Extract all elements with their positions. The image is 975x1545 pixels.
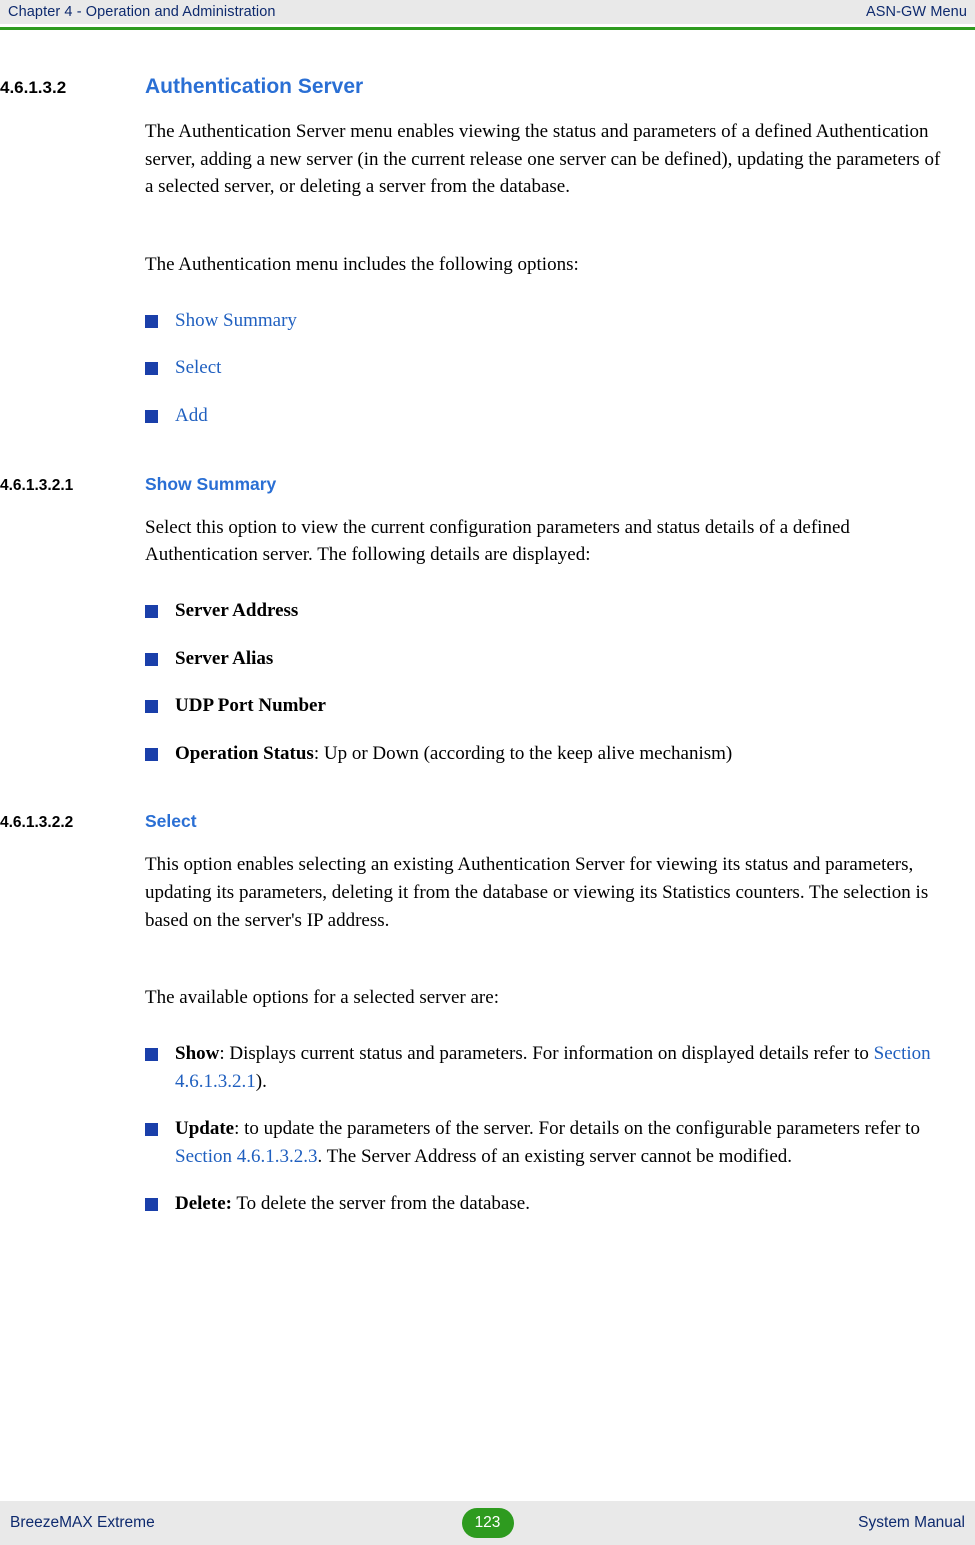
list-item: Server Address	[145, 597, 947, 625]
option-label: Show	[175, 1043, 220, 1065]
detail-label: Operation Status	[175, 742, 314, 764]
header-chapter-label: Chapter 4 - Operation and Administration	[8, 4, 276, 20]
detail-label: UDP Port Number	[175, 695, 326, 717]
square-bullet-icon	[145, 1198, 158, 1212]
list-item: Operation Status: Up or Down (according …	[145, 740, 947, 768]
square-bullet-icon	[145, 410, 158, 424]
section-number: 4.6.1.3.2.2	[0, 814, 74, 832]
section-heading-show-summary: 4.6.1.3.2.1 Show Summary	[0, 474, 955, 495]
detail-operation-status: Operation Status: Up or Down (according …	[175, 740, 732, 768]
option-text-part2: ).	[255, 1070, 267, 1092]
detail-server-alias: Server Alias	[175, 645, 273, 673]
detail-rest: : Up or Down (according to the keep aliv…	[313, 742, 733, 764]
paragraph-show-summary-intro: Select this option to view the current c…	[145, 516, 850, 566]
option-label: Delete:	[175, 1193, 232, 1215]
option-delete: Delete: To delete the server from the da…	[175, 1190, 530, 1218]
page-number-badge: 123	[461, 1508, 514, 1538]
paragraph-auth-server-intro: The Authentication Server menu enables v…	[145, 121, 941, 198]
link-select[interactable]: Select	[175, 354, 221, 382]
square-bullet-icon	[145, 1048, 158, 1062]
detail-udp-port-number: UDP Port Number	[175, 692, 326, 720]
list-item: Add	[145, 402, 947, 430]
option-update: Update: to update the parameters of the …	[175, 1115, 947, 1170]
paragraph-auth-menu-options: The Authentication menu includes the fol…	[145, 254, 579, 276]
square-bullet-icon	[145, 747, 158, 761]
square-bullet-icon	[145, 652, 158, 666]
list-item: Update: to update the parameters of the …	[145, 1115, 947, 1170]
square-bullet-icon	[145, 362, 158, 376]
option-text-part1: : Displays current status and parameters…	[219, 1043, 874, 1065]
section-title: Authentication Server	[145, 75, 364, 98]
square-bullet-icon	[145, 1123, 158, 1137]
list-item: Show Summary	[145, 307, 947, 335]
footer-manual-label: System Manual	[858, 1514, 965, 1531]
option-text-part2: . The Server Address of an existing serv…	[317, 1145, 793, 1167]
page-header: Chapter 4 - Operation and Administration…	[0, 0, 975, 24]
section-number: 4.6.1.3.2	[0, 78, 67, 97]
section-title: Select	[145, 811, 197, 832]
list-item: Delete: To delete the server from the da…	[145, 1190, 947, 1218]
detail-label: Server Alias	[175, 647, 274, 669]
page-footer: BreezeMAX Extreme 123 System Manual	[0, 1501, 975, 1545]
link-show-summary[interactable]: Show Summary	[175, 307, 297, 335]
detail-label: Server Address	[175, 600, 299, 622]
footer-product-label: BreezeMAX Extreme	[10, 1514, 155, 1531]
list-item: Show: Displays current status and parame…	[145, 1040, 947, 1095]
list-item: Select	[145, 354, 947, 382]
option-text-part1: : to update the parameters of the server…	[234, 1118, 920, 1140]
section-number: 4.6.1.3.2.1	[0, 476, 74, 494]
detail-server-address: Server Address	[175, 597, 298, 625]
square-bullet-icon	[145, 700, 158, 714]
list-item: UDP Port Number	[145, 692, 947, 720]
document-content: 4.6.1.3.2 Authentication Server The Auth…	[0, 30, 975, 1485]
cross-reference-link[interactable]: Section 4.6.1.3.2.3	[175, 1146, 318, 1167]
option-text-part1: To delete the server from the database.	[231, 1193, 530, 1215]
link-add[interactable]: Add	[175, 402, 208, 430]
section-heading-select: 4.6.1.3.2.2 Select	[0, 811, 955, 832]
square-bullet-icon	[145, 314, 158, 328]
paragraph-select-intro: This option enables selecting an existin…	[145, 854, 929, 931]
square-bullet-icon	[145, 605, 158, 619]
list-item: Server Alias	[145, 645, 947, 673]
option-show: Show: Displays current status and parame…	[175, 1040, 947, 1095]
header-section-label: ASN-GW Menu	[865, 4, 967, 20]
section-title: Show Summary	[145, 473, 277, 494]
paragraph-select-options: The available options for a selected ser…	[145, 987, 499, 1009]
option-label: Update	[175, 1118, 235, 1140]
section-heading-authentication-server: 4.6.1.3.2 Authentication Server	[0, 75, 955, 99]
